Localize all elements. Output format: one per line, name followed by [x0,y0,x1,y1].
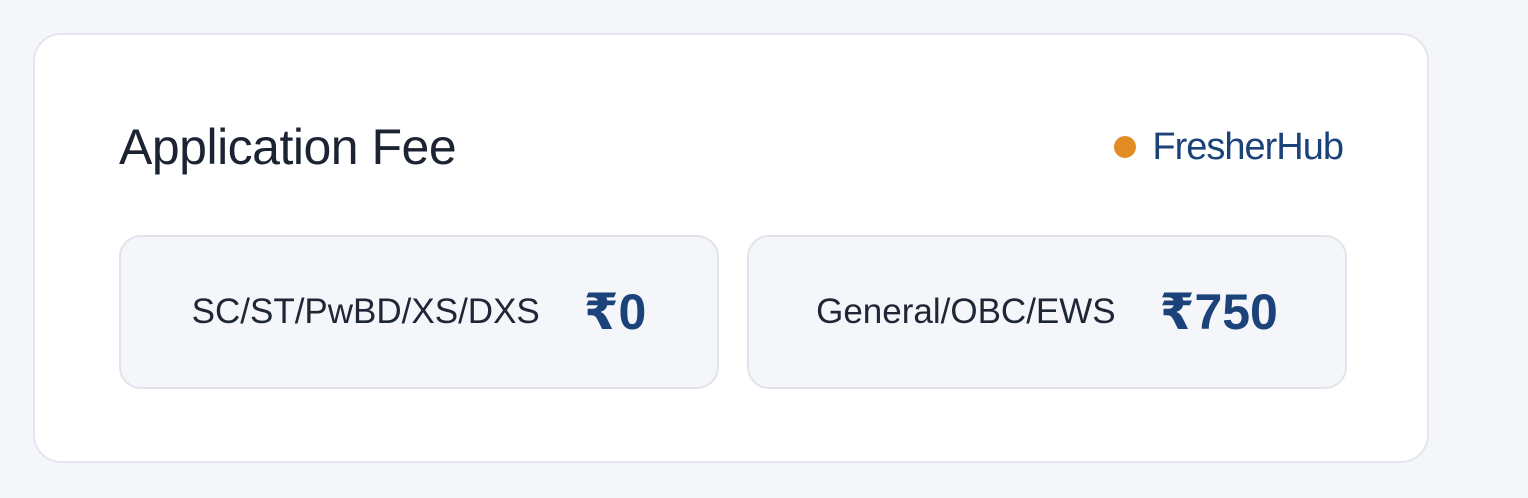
fee-category: General/OBC/EWS [816,292,1116,331]
fee-category: SC/ST/PwBD/XS/DXS [191,292,540,331]
fee-tile-general: General/OBC/EWS ₹750 [747,235,1347,389]
brand: FresherHub [1114,123,1344,171]
brand-dot-icon [1114,136,1137,158]
fee-tile-sc-st: SC/ST/PwBD/XS/DXS ₹0 [119,235,719,389]
fee-amount: ₹750 [1159,284,1278,340]
application-fee-card: Application Fee FresherHub SC/ST/PwBD/XS… [33,33,1429,463]
fee-amount: ₹0 [583,284,647,340]
card-title: Application Fee [119,119,457,175]
brand-name: FresherHub [1152,126,1344,168]
